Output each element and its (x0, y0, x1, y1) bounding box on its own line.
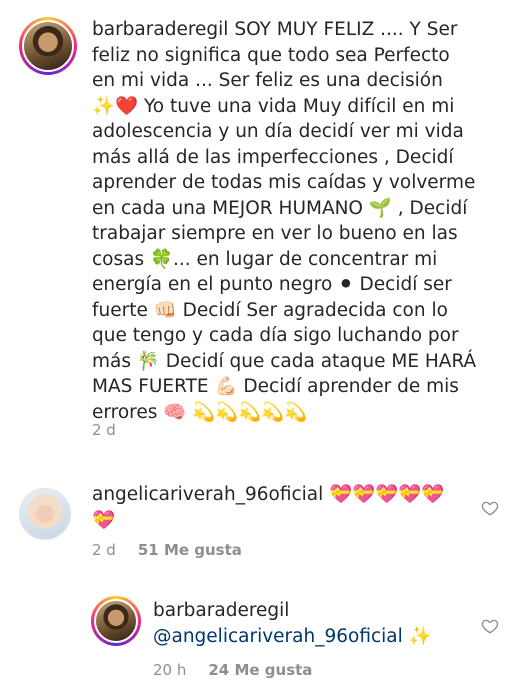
like-count[interactable]: 24 Me gusta (208, 661, 312, 679)
comment-time: 20 h (153, 661, 187, 679)
comment-emojis: 💝💝💝💝💝 (329, 484, 445, 505)
comment-line: adolescencia y un día decidí ver mi vida (92, 121, 464, 142)
avatar-image (94, 599, 138, 643)
comment-username[interactable]: barbaraderegil (92, 19, 228, 40)
comment-body: barbaraderegil SOY MUY FELIZ .... Y Ser … (92, 17, 512, 425)
mention-link[interactable]: @angelicariverah_96oficial (153, 626, 403, 647)
avatar-image (22, 20, 74, 72)
reply-body: barbaraderegil @angelicariverah_96oficia… (153, 598, 473, 649)
comment-line: energía en el punto negro ⚫ Decidí ser (92, 274, 452, 295)
comment-emojis: 💝 (92, 509, 116, 531)
comment-line: en mi vida ... Ser feliz es una decisión (92, 70, 443, 91)
comment-line: ✨❤️ Yo tuve una vida Muy difícil en mi (92, 95, 455, 117)
comment-time: 2 d (92, 541, 116, 559)
comment-username[interactable]: barbaraderegil (153, 598, 473, 624)
comment-line: SOY MUY FELIZ .... Y Ser (234, 19, 458, 40)
avatar[interactable] (19, 17, 77, 75)
avatar[interactable] (19, 488, 71, 540)
comment-line: cosas 🍀... en lugar de concentrar mi (92, 248, 438, 270)
heart-outline-icon[interactable] (481, 617, 499, 635)
comment-line: que tengo y cada día sigo luchando por (92, 325, 459, 346)
like-count[interactable]: 51 Me gusta (138, 541, 242, 559)
comment-line: feliz no significa que todo sea Perfecto (92, 44, 450, 66)
comment-line: fuerte 👊🏻 Decidí Ser agradecida con lo (92, 299, 448, 321)
heart-outline-icon[interactable] (481, 499, 499, 517)
comment-meta: 2 d 51 Me gusta (92, 541, 242, 559)
comment-time: 2 d (92, 421, 116, 439)
comment-line: en cada una MEJOR HUMANO 🌱 , Decidí (92, 197, 468, 219)
comment-line: aprender de todas mis caídas y volverme (92, 172, 476, 193)
comment-line: trabajar siempre en ver lo bueno en las (92, 223, 458, 244)
comment-line: errores 🧠 💫💫💫💫💫 (92, 401, 308, 423)
comment-username[interactable]: angelicariverah_96oficial (92, 484, 323, 505)
comment-line: más 🎋 Decidí que cada ataque ME HARÁ (92, 350, 477, 372)
comment-meta: 20 h 24 Me gusta (153, 661, 312, 679)
avatar-image (20, 489, 70, 539)
comment-line: MAS FUERTE 💪🏻 Decidí aprender de mis (92, 376, 459, 397)
comment-emojis: ✨ (408, 625, 432, 647)
comment-body: angelicariverah_96oficial 💝💝💝💝💝 💝 (92, 482, 472, 533)
comment-meta: 2 d (92, 421, 116, 439)
avatar[interactable] (91, 596, 141, 646)
comment-line: más allá de las imperfecciones , Decidí (92, 146, 454, 168)
